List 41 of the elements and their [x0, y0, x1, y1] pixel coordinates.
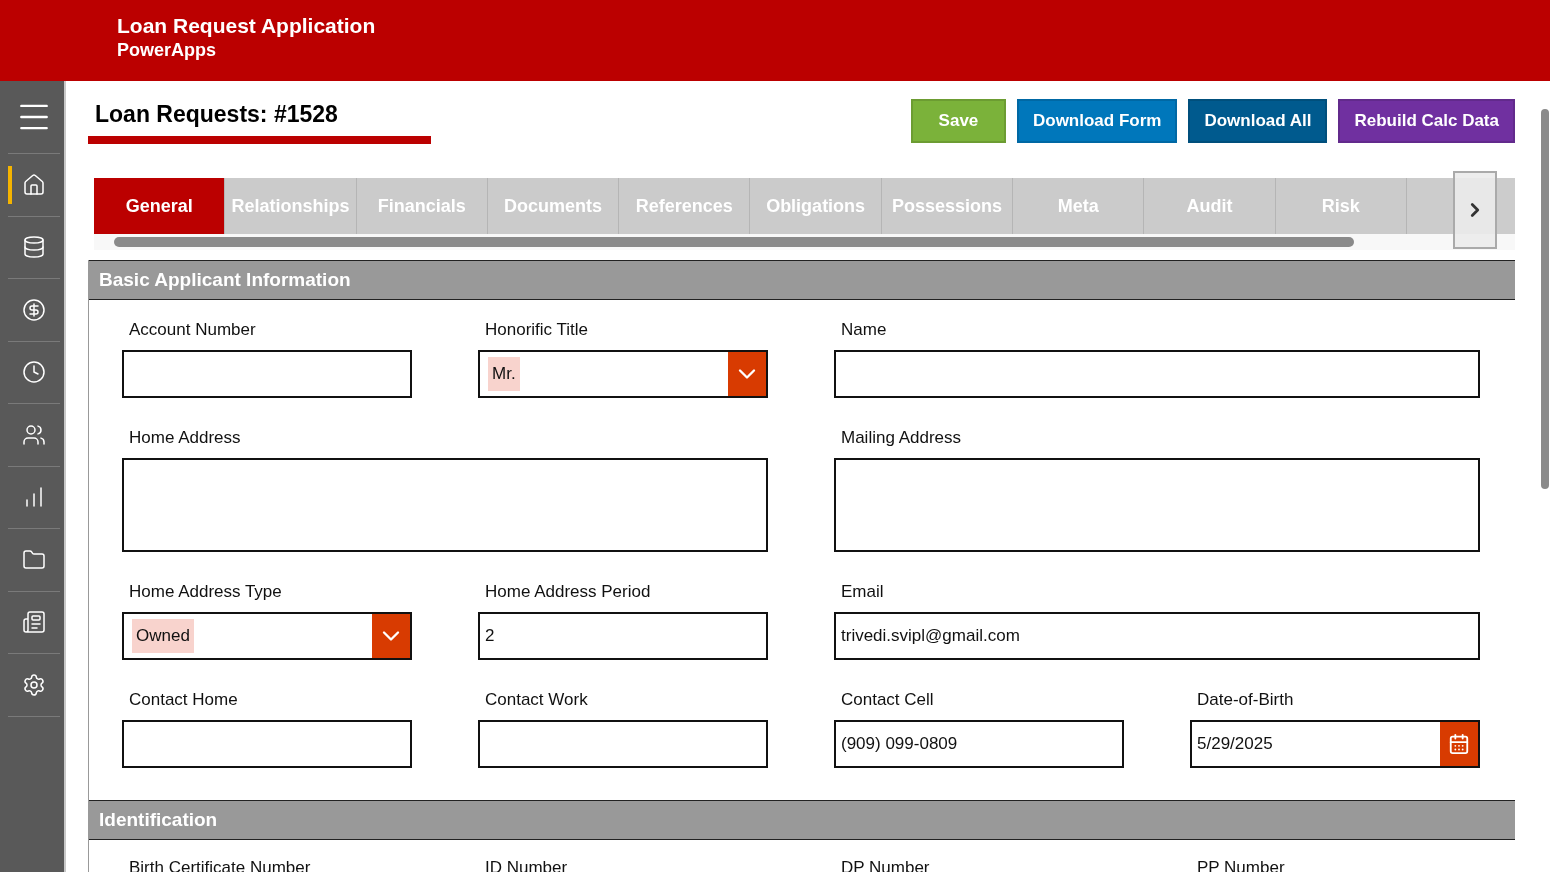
field-label: Contact Work [485, 690, 588, 710]
section-title: Basic Applicant Information [99, 269, 351, 291]
date-picker[interactable]: 5/29/2025 [1190, 720, 1480, 768]
app-subtitle: PowerApps [117, 40, 217, 61]
text-field[interactable]: trivedi.svipl@gmail.com [834, 612, 1480, 660]
text-field[interactable] [478, 720, 768, 768]
text-field[interactable]: 2 [478, 612, 768, 660]
dropdown-value: Mr. [488, 357, 520, 391]
section-title: Identification [99, 809, 218, 831]
tab-scrollbar[interactable] [94, 234, 1515, 250]
page-title: Loan Requests: #1528 [95, 101, 338, 128]
text-field[interactable] [122, 350, 412, 398]
text-field[interactable] [834, 350, 1480, 398]
dropdown[interactable]: Mr. [478, 350, 768, 398]
all-button[interactable]: Download All [1188, 99, 1328, 143]
calendar-icon[interactable] [1440, 722, 1478, 766]
chevron-down-icon[interactable] [372, 614, 410, 658]
save-button[interactable]: Save [910, 99, 1006, 143]
field-label: Home Address Period [485, 582, 651, 602]
tab[interactable]: General [94, 178, 226, 234]
field-label: Contact Cell [841, 690, 934, 710]
field-label: Account Number [129, 320, 256, 340]
field-label: Mailing Address [841, 428, 961, 448]
field-label: Home Address Type [129, 582, 282, 602]
field-label: Home Address [129, 428, 241, 448]
field-label: Email [841, 582, 884, 602]
date-value: 5/29/2025 [1197, 734, 1273, 754]
field-label: Name [841, 320, 887, 340]
rebuild-button[interactable]: Rebuild Calc Data [1338, 99, 1515, 143]
field-label: Date-of-Birth [1197, 690, 1294, 710]
dropdown-value: Owned [132, 619, 194, 653]
text-area[interactable] [834, 458, 1480, 552]
form-button[interactable]: Download Form [1016, 99, 1178, 143]
dropdown[interactable]: Owned [122, 612, 412, 660]
field-label: Contact Home [129, 690, 238, 710]
chevron-down-icon[interactable] [728, 352, 766, 396]
field-label: Honorific Title [485, 320, 588, 340]
text-area[interactable] [122, 458, 768, 552]
text-field[interactable] [122, 720, 412, 768]
app-title: Loan Request Application [117, 14, 376, 38]
text-field[interactable]: (909) 099-0809 [834, 720, 1124, 768]
